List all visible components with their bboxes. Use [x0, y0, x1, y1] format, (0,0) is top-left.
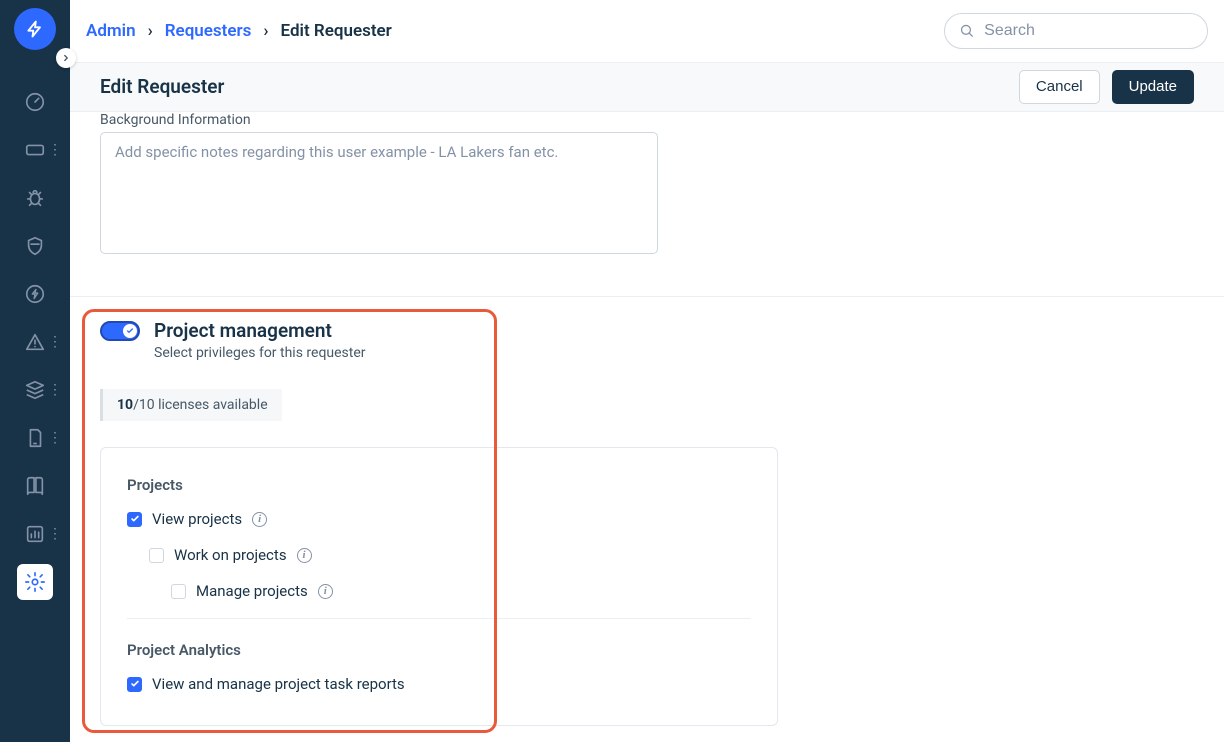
project-management-title: Project management — [154, 319, 366, 342]
update-button[interactable]: Update — [1112, 70, 1194, 104]
sidebar-expand-button[interactable] — [56, 48, 76, 68]
gear-icon — [17, 564, 53, 600]
info-icon[interactable]: i — [318, 584, 333, 599]
chevron-right-icon — [61, 53, 71, 63]
topbar: Admin › Requesters › Edit Requester — [70, 0, 1224, 62]
nav-contracts-more[interactable]: ⋮ — [48, 436, 62, 440]
view-projects-checkbox[interactable] — [127, 512, 142, 527]
chevron-right-icon: › — [263, 21, 268, 41]
nav-dashboard[interactable] — [0, 78, 70, 126]
shield-icon — [17, 228, 53, 264]
toggle-knob — [123, 324, 137, 338]
nav-alerts[interactable]: ⋮ — [0, 318, 70, 366]
analytics-group-title: Project Analytics — [127, 641, 751, 659]
manage-projects-row: Manage projects i — [171, 582, 751, 600]
nav-contracts[interactable]: ⋮ — [0, 414, 70, 462]
nav-releases[interactable] — [0, 270, 70, 318]
nav-admin[interactable] — [0, 558, 70, 606]
check-icon — [126, 327, 134, 335]
check-icon — [130, 514, 140, 524]
gauge-icon — [17, 84, 53, 120]
cancel-button[interactable]: Cancel — [1019, 70, 1100, 104]
nav-problems[interactable] — [0, 174, 70, 222]
view-projects-row: View projects i — [127, 510, 751, 528]
nav-tickets-more[interactable]: ⋮ — [48, 148, 62, 152]
permission-divider — [127, 618, 751, 619]
main-content: Admin › Requesters › Edit Requester Edit… — [70, 0, 1224, 742]
sidebar: ⋮ ⋮ ⋮ ⋮ ⋮ — [0, 0, 70, 742]
manage-projects-label: Manage projects — [196, 582, 308, 600]
bolt-icon — [25, 19, 45, 39]
info-icon[interactable]: i — [252, 512, 267, 527]
breadcrumb-requesters[interactable]: Requesters — [165, 21, 252, 41]
projects-group-title: Projects — [127, 476, 751, 494]
search-box[interactable] — [944, 13, 1208, 49]
book-icon — [17, 468, 53, 504]
breadcrumb-current: Edit Requester — [281, 21, 392, 41]
nav-changes[interactable] — [0, 222, 70, 270]
license-total-text: /10 licenses available — [133, 397, 268, 413]
nav-alerts-more[interactable]: ⋮ — [48, 340, 62, 344]
app-logo[interactable] — [14, 8, 56, 50]
page-title: Edit Requester — [100, 75, 224, 98]
bolt-circle-icon — [17, 276, 53, 312]
permissions-card: Projects View projects i Work o — [100, 447, 778, 726]
view-reports-row: View and manage project task reports — [127, 675, 751, 693]
search-icon — [959, 22, 974, 39]
content-area: Background Information Proj — [70, 112, 1224, 742]
search-input[interactable] — [984, 22, 1193, 40]
info-icon[interactable]: i — [297, 548, 312, 563]
background-info-textarea[interactable] — [100, 132, 658, 254]
work-on-projects-checkbox[interactable] — [149, 548, 164, 563]
subheader: Edit Requester Cancel Update — [70, 62, 1224, 113]
license-badge: 10/10 licenses available — [100, 389, 282, 421]
view-reports-label: View and manage project task reports — [152, 675, 405, 693]
nav-tickets[interactable]: ⋮ — [0, 126, 70, 174]
work-on-projects-label: Work on projects — [174, 546, 287, 564]
project-management-subtitle: Select privileges for this requester — [154, 345, 366, 361]
nav-solutions[interactable] — [0, 462, 70, 510]
background-info-label: Background Information — [100, 112, 1194, 128]
breadcrumb-admin[interactable]: Admin — [86, 21, 136, 41]
nav-assets[interactable]: ⋮ — [0, 366, 70, 414]
view-reports-checkbox[interactable] — [127, 677, 142, 692]
nav-assets-more[interactable]: ⋮ — [48, 388, 62, 392]
work-on-projects-row: Work on projects i — [149, 546, 751, 564]
project-management-toggle[interactable] — [100, 321, 140, 341]
bug-icon — [17, 180, 53, 216]
project-management-section: Project management Select privileges for… — [100, 297, 1194, 726]
manage-projects-checkbox[interactable] — [171, 584, 186, 599]
chevron-right-icon: › — [148, 21, 153, 41]
view-projects-label: View projects — [152, 510, 242, 528]
breadcrumb: Admin › Requesters › Edit Requester — [86, 21, 392, 41]
license-available-count: 10 — [117, 397, 133, 413]
nav-reports-more[interactable]: ⋮ — [48, 532, 62, 536]
nav-reports[interactable]: ⋮ — [0, 510, 70, 558]
check-icon — [130, 679, 140, 689]
